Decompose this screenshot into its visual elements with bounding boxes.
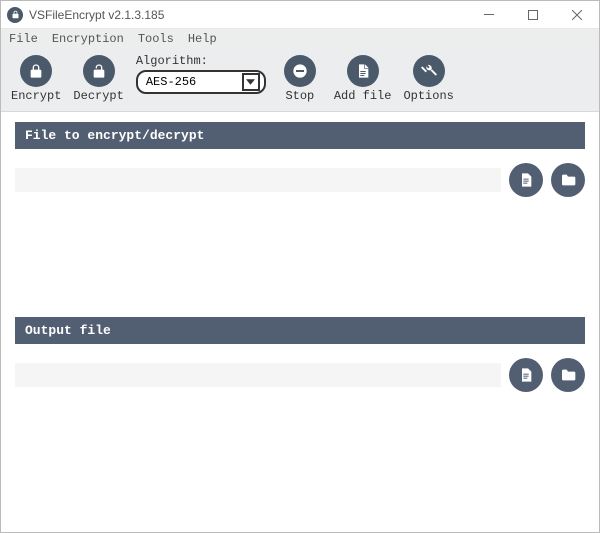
- document-icon: [518, 172, 534, 188]
- menu-help[interactable]: Help: [188, 32, 217, 46]
- maximize-button[interactable]: [511, 1, 555, 29]
- input-paste-button[interactable]: [509, 163, 543, 197]
- window-title: VSFileEncrypt v2.1.3.185: [29, 8, 164, 22]
- minimize-button[interactable]: [467, 1, 511, 29]
- close-button[interactable]: [555, 1, 599, 29]
- add-file-button[interactable]: Add file: [334, 55, 392, 103]
- output-section-header: Output file: [15, 317, 585, 344]
- menu-file[interactable]: File: [9, 32, 38, 46]
- output-paste-button[interactable]: [509, 358, 543, 392]
- app-lock-icon: [7, 7, 23, 23]
- folder-icon: [560, 172, 576, 188]
- stop-button[interactable]: Stop: [278, 55, 322, 103]
- menu-encryption[interactable]: Encryption: [52, 32, 124, 46]
- stop-label: Stop: [285, 89, 314, 103]
- toolbar: Encrypt Decrypt Algorithm: AES-256 Stop …: [1, 49, 599, 112]
- algorithm-value: AES-256: [146, 75, 196, 89]
- stop-icon: [284, 55, 316, 87]
- decrypt-label: Decrypt: [73, 89, 123, 103]
- menu-tools[interactable]: Tools: [138, 32, 174, 46]
- content-area: File to encrypt/decrypt Output file: [1, 112, 599, 472]
- input-file-row: [15, 163, 585, 197]
- algorithm-group: Algorithm: AES-256: [136, 54, 266, 94]
- output-file-field[interactable]: [15, 363, 501, 387]
- output-file-row: [15, 358, 585, 392]
- menubar: File Encryption Tools Help: [1, 29, 599, 49]
- tools-icon: [413, 55, 445, 87]
- decrypt-button[interactable]: Decrypt: [73, 55, 123, 103]
- file-icon: [347, 55, 379, 87]
- algorithm-select[interactable]: AES-256: [136, 70, 266, 94]
- chevron-down-icon: [242, 73, 260, 91]
- options-label: Options: [403, 89, 453, 103]
- input-browse-button[interactable]: [551, 163, 585, 197]
- output-browse-button[interactable]: [551, 358, 585, 392]
- lock-open-icon: [83, 55, 115, 87]
- options-button[interactable]: Options: [403, 55, 453, 103]
- add-file-label: Add file: [334, 89, 392, 103]
- input-file-field[interactable]: [15, 168, 501, 192]
- encrypt-label: Encrypt: [11, 89, 61, 103]
- titlebar: VSFileEncrypt v2.1.3.185: [1, 1, 599, 29]
- document-icon: [518, 367, 534, 383]
- input-section-header: File to encrypt/decrypt: [15, 122, 585, 149]
- lock-closed-icon: [20, 55, 52, 87]
- encrypt-button[interactable]: Encrypt: [11, 55, 61, 103]
- folder-icon: [560, 367, 576, 383]
- algorithm-label: Algorithm:: [136, 54, 266, 68]
